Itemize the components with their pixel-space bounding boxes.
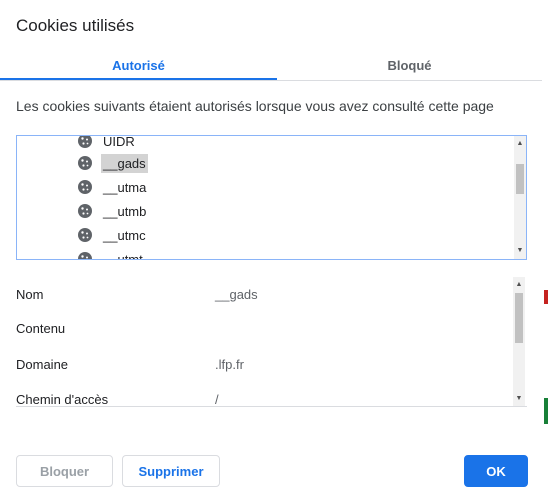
tree-item-label: __utmb <box>103 203 147 219</box>
tab-allowed[interactable]: Autorisé <box>0 58 277 80</box>
cookie-icon <box>78 180 92 194</box>
detail-value-name: __gads <box>215 287 258 302</box>
tab-divider <box>0 80 542 81</box>
tree-item-gads[interactable]: __gads <box>77 152 148 174</box>
block-button[interactable]: Bloquer <box>16 455 113 487</box>
tab-blocked[interactable]: Bloqué <box>277 58 542 80</box>
detail-label-domain: Domaine <box>16 357 69 372</box>
tree-item-label: __utma <box>103 179 147 195</box>
cookie-icon <box>78 252 92 259</box>
ok-button[interactable]: OK <box>464 455 528 487</box>
tree-scrollbar[interactable]: ▲ ▼ <box>514 136 526 259</box>
cookie-icon <box>78 204 92 218</box>
delete-button[interactable]: Supprimer <box>122 455 220 487</box>
scroll-down-icon[interactable]: ▼ <box>514 245 526 257</box>
tree-item-label: __gads <box>101 153 148 173</box>
background-window-mark <box>544 398 548 424</box>
tree-item-utma[interactable]: __utma <box>77 176 148 198</box>
dialog-title: Cookies utilisés <box>16 16 135 35</box>
detail-label-content: Contenu <box>16 321 66 336</box>
tree-item-utmc[interactable]: __utmc <box>77 224 148 246</box>
background-window-edge <box>542 0 548 504</box>
details-divider <box>16 406 527 407</box>
scroll-up-icon[interactable]: ▲ <box>513 279 525 291</box>
detail-label-path: Chemin d'accès <box>16 392 109 407</box>
scrollbar-thumb[interactable] <box>516 164 524 194</box>
background-window-mark <box>544 290 548 304</box>
tree-item-utmt[interactable]: __utmt <box>77 248 145 260</box>
tree-item-uidr[interactable]: UIDR <box>77 135 137 152</box>
cookie-icon <box>78 228 92 242</box>
tree-item-utmb[interactable]: __utmb <box>77 200 148 222</box>
cookie-icon <box>78 136 92 148</box>
scroll-down-icon[interactable]: ▼ <box>513 393 525 405</box>
cookie-icon <box>78 156 92 170</box>
detail-value-domain: .lfp.fr <box>215 357 244 372</box>
details-scrollbar[interactable]: ▲ ▼ <box>513 277 525 407</box>
detail-label-name: Nom <box>16 287 44 302</box>
tree-item-label: __utmc <box>103 227 146 243</box>
scrollbar-thumb[interactable] <box>515 293 523 343</box>
detail-value-path: / <box>215 392 219 407</box>
tree-item-label: __utmt <box>103 251 143 260</box>
active-tab-indicator <box>0 78 277 80</box>
description-text: Les cookies suivants étaient autorisés l… <box>16 98 494 114</box>
cookie-tree[interactable]: UIDR __gads __utma __utmb __utmc __utmt … <box>16 135 527 260</box>
tree-item-label: UIDR <box>103 135 135 149</box>
scroll-up-icon[interactable]: ▲ <box>514 138 526 150</box>
cookie-details: Nom __gads Contenu Domaine .lfp.fr Chemi… <box>16 277 527 407</box>
